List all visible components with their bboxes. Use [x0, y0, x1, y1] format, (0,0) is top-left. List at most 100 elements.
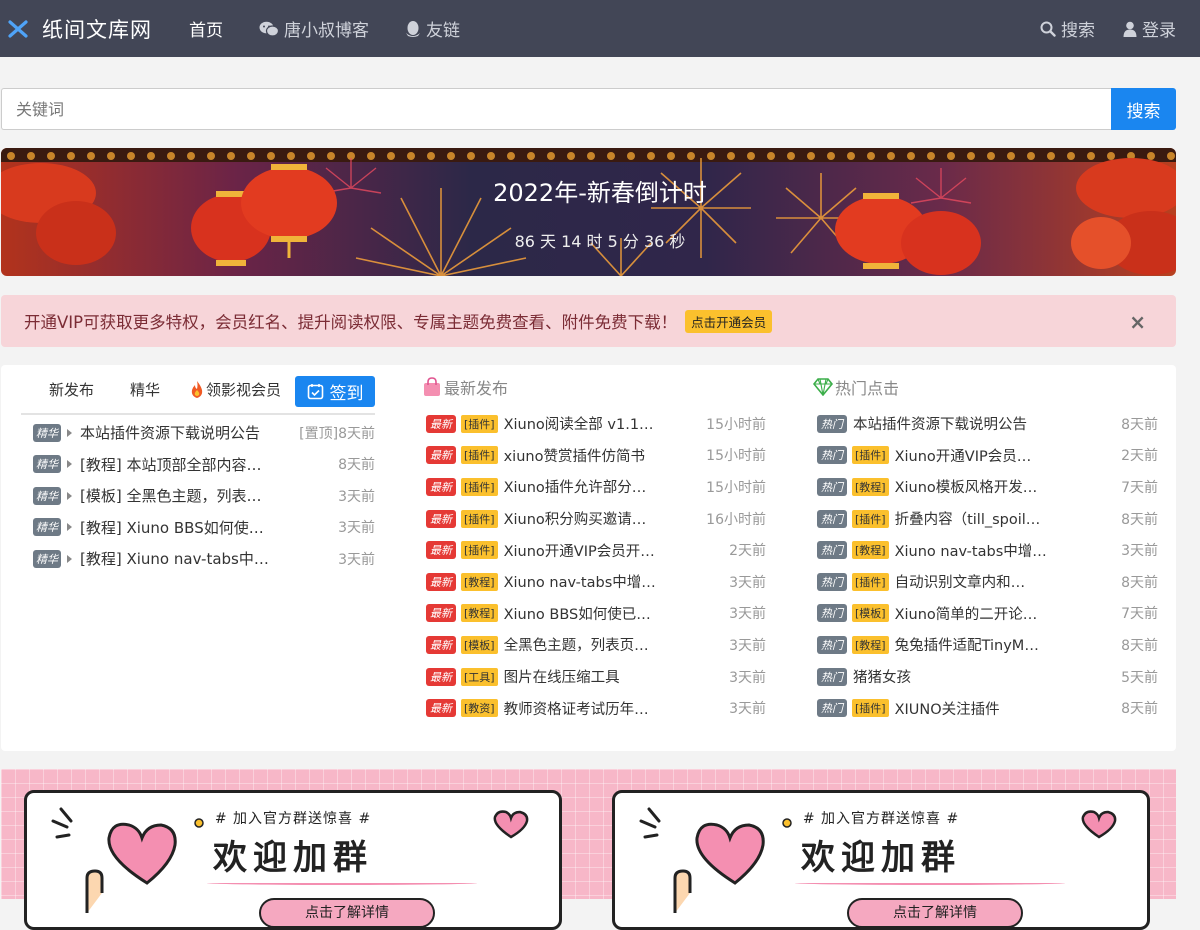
list-item-title[interactable]: [教程] Xiuno BBS如何使…: [80, 517, 338, 538]
list-item[interactable]: 最新 [教程] Xiuno BBS如何使已… 3天前: [422, 598, 766, 630]
category-badge: [教程]: [461, 572, 498, 591]
list-item-title[interactable]: 折叠内容（till_spoil…: [895, 508, 1113, 529]
caret-right-icon: [67, 554, 72, 563]
list-item[interactable]: 热门 [模板] Xiuno简单的二开论… 7天前: [813, 598, 1158, 630]
nav-login[interactable]: 登录: [1123, 16, 1176, 41]
search-button[interactable]: 搜索: [1111, 88, 1176, 130]
nav-friends[interactable]: 友链: [405, 16, 460, 41]
shopping-bag-icon: [422, 376, 442, 397]
list-item[interactable]: 热门 [插件] Xiuno开通VIP会员… 2天前: [813, 440, 1158, 472]
hot-badge: 热门: [817, 477, 847, 496]
list-item-title[interactable]: Xiuno积分购买邀请…: [504, 508, 699, 529]
list-item[interactable]: 热门 [插件] XIUNO关注插件 8天前: [813, 692, 1158, 724]
list-item-title[interactable]: Xiuno nav-tabs中增…: [504, 571, 721, 592]
tab-vip-video-label: 领影视会员: [206, 381, 282, 399]
join-group-ad[interactable]: # 加入官方群送惊喜 # 欢迎加群 点击了解详情: [612, 790, 1150, 930]
list-item[interactable]: 精华 [教程] Xiuno BBS如何使… 3天前: [21, 512, 375, 544]
list-item-title[interactable]: 教师资格证考试历年…: [504, 698, 721, 719]
category-badge: [教程]: [852, 541, 889, 560]
list-item[interactable]: 精华 [教程] 本站顶部全部内容… 8天前: [21, 449, 375, 481]
list-item[interactable]: 精华 本站插件资源下载说明公告 [置顶]8天前: [21, 417, 375, 449]
new-badge: 最新: [426, 541, 456, 560]
list-item-title[interactable]: [教程] Xiuno nav-tabs中…: [80, 548, 338, 569]
list-item-title[interactable]: xiuno赞赏插件仿简书: [504, 445, 699, 466]
ad-detail-button[interactable]: 点击了解详情: [847, 898, 1023, 928]
list-item[interactable]: 最新 [插件] Xiuno积分购买邀请… 16小时前: [422, 503, 766, 535]
list-item-title[interactable]: Xiuno nav-tabs中增…: [895, 540, 1113, 561]
list-item-title[interactable]: 全黑色主题，列表页…: [504, 634, 721, 655]
vip-alert-text: 开通VIP可获取更多特权，会员红名、提升阅读权限、专属主题免费查看、附件免费下载…: [24, 313, 678, 332]
list-item[interactable]: 热门 [教程] 兔兔插件适配TinyM… 8天前: [813, 629, 1158, 661]
list-item-time: 8天前: [1121, 701, 1158, 718]
list-item-title[interactable]: 兔兔插件适配TinyM…: [895, 634, 1113, 655]
join-group-ad[interactable]: # 加入官方群送惊喜 # 欢迎加群 点击了解详情: [24, 790, 562, 930]
list-item-title[interactable]: XIUNO关注插件: [895, 698, 1113, 719]
list-item-title[interactable]: 猪猪女孩: [853, 666, 1113, 687]
newest-list: 最新 [插件] Xiuno阅读全部 v1.1… 15小时前 最新 [插件] xiuno赞赏…: [422, 408, 766, 724]
tab-vip-video[interactable]: 领影视会员: [190, 379, 281, 413]
open-vip-link[interactable]: 点击开通会员: [685, 309, 773, 333]
list-item[interactable]: 最新 [插件] Xiuno开通VIP会员开… 2天前: [422, 534, 766, 566]
list-item-title[interactable]: Xiuno开通VIP会员开…: [504, 540, 721, 561]
caret-right-icon: [67, 523, 72, 532]
featured-tag: 精华: [33, 518, 61, 537]
category-badge: [插件]: [461, 414, 498, 433]
list-item[interactable]: 热门 [插件] 自动识别文章内和… 8天前: [813, 566, 1158, 598]
category-badge: [教程]: [461, 604, 498, 623]
list-item-title[interactable]: Xiuno模板风格开发…: [895, 476, 1113, 497]
list-item-title[interactable]: [模板] 全黑色主题，列表…: [80, 485, 338, 506]
new-badge: 最新: [426, 509, 456, 528]
list-item-title[interactable]: Xiuno开通VIP会员…: [895, 445, 1113, 466]
checkin-button[interactable]: 签到: [295, 376, 375, 407]
list-item-title[interactable]: [教程] 本站顶部全部内容…: [80, 454, 338, 475]
search-input[interactable]: [1, 88, 1111, 130]
list-item-title[interactable]: 图片在线压缩工具: [504, 666, 721, 687]
list-item-title[interactable]: 本站插件资源下载说明公告: [853, 413, 1113, 434]
ad-detail-button[interactable]: 点击了解详情: [259, 898, 435, 928]
list-item[interactable]: 精华 [模板] 全黑色主题，列表… 3天前: [21, 480, 375, 512]
nav-home[interactable]: 首页: [189, 16, 223, 41]
list-item[interactable]: 热门 猪猪女孩 5天前: [813, 661, 1158, 693]
fire-icon: [190, 381, 204, 398]
newest-column: 最新发布 最新 [插件] Xiuno阅读全部 v1.1… 15小时前 最新 [插件] xi…: [422, 365, 766, 724]
list-item-time: 2天前: [1121, 448, 1158, 465]
list-item-time: 3天前: [729, 606, 766, 623]
caret-right-icon: [67, 428, 72, 437]
brand[interactable]: 纸间文库网: [8, 14, 152, 44]
list-item-title[interactable]: Xiuno BBS如何使已…: [504, 603, 721, 624]
list-item-title[interactable]: 本站插件资源下载说明公告: [80, 422, 299, 443]
list-item[interactable]: 最新 [工具] 图片在线压缩工具 3天前: [422, 661, 766, 693]
category-badge: [插件]: [461, 446, 498, 465]
category-badge: [插件]: [852, 509, 889, 528]
list-item[interactable]: 最新 [教程] Xiuno nav-tabs中增… 3天前: [422, 566, 766, 598]
nav-home-label: 首页: [189, 21, 223, 41]
list-item[interactable]: 最新 [插件] xiuno赞赏插件仿简书 15小时前: [422, 440, 766, 472]
list-item[interactable]: 热门 [教程] Xiuno模板风格开发… 7天前: [813, 471, 1158, 503]
caret-right-icon: [67, 460, 72, 469]
user-icon: [1123, 21, 1137, 37]
list-item[interactable]: 最新 [插件] Xiuno插件允许部分… 15小时前: [422, 471, 766, 503]
brand-logo-icon: [8, 19, 28, 39]
nav-login-label: 登录: [1142, 21, 1176, 41]
tab-featured[interactable]: 精华: [130, 379, 160, 413]
list-item[interactable]: 热门 本站插件资源下载说明公告 8天前: [813, 408, 1158, 440]
list-item[interactable]: 最新 [模板] 全黑色主题，列表页… 3天前: [422, 629, 766, 661]
list-item-title[interactable]: Xiuno简单的二开论…: [895, 603, 1113, 624]
close-icon[interactable]: ×: [1129, 310, 1146, 334]
list-item-time: [置顶]8天前: [299, 425, 375, 442]
list-item-title[interactable]: Xiuno插件允许部分…: [504, 476, 699, 497]
list-item[interactable]: 热门 [插件] 折叠内容（till_spoil… 8天前: [813, 503, 1158, 535]
list-item[interactable]: 热门 [教程] Xiuno nav-tabs中增… 3天前: [813, 534, 1158, 566]
list-item[interactable]: 最新 [插件] Xiuno阅读全部 v1.1… 15小时前: [422, 408, 766, 440]
ad-title: 欢迎加群: [801, 838, 961, 878]
list-item[interactable]: 精华 [教程] Xiuno nav-tabs中… 3天前: [21, 543, 375, 575]
list-item[interactable]: 最新 [教资] 教师资格证考试历年… 3天前: [422, 692, 766, 724]
hot-badge: 热门: [817, 414, 847, 433]
list-item-title[interactable]: Xiuno阅读全部 v1.1…: [504, 413, 699, 434]
list-item-title[interactable]: 自动识别文章内和…: [895, 571, 1113, 592]
ad-subtitle: # 加入官方群送惊喜 #: [214, 811, 372, 827]
newest-heading: 最新发布: [422, 365, 766, 408]
nav-search[interactable]: 搜索: [1040, 16, 1095, 41]
tab-new[interactable]: 新发布: [49, 379, 94, 413]
nav-blog[interactable]: 唐小叔博客: [259, 16, 369, 41]
